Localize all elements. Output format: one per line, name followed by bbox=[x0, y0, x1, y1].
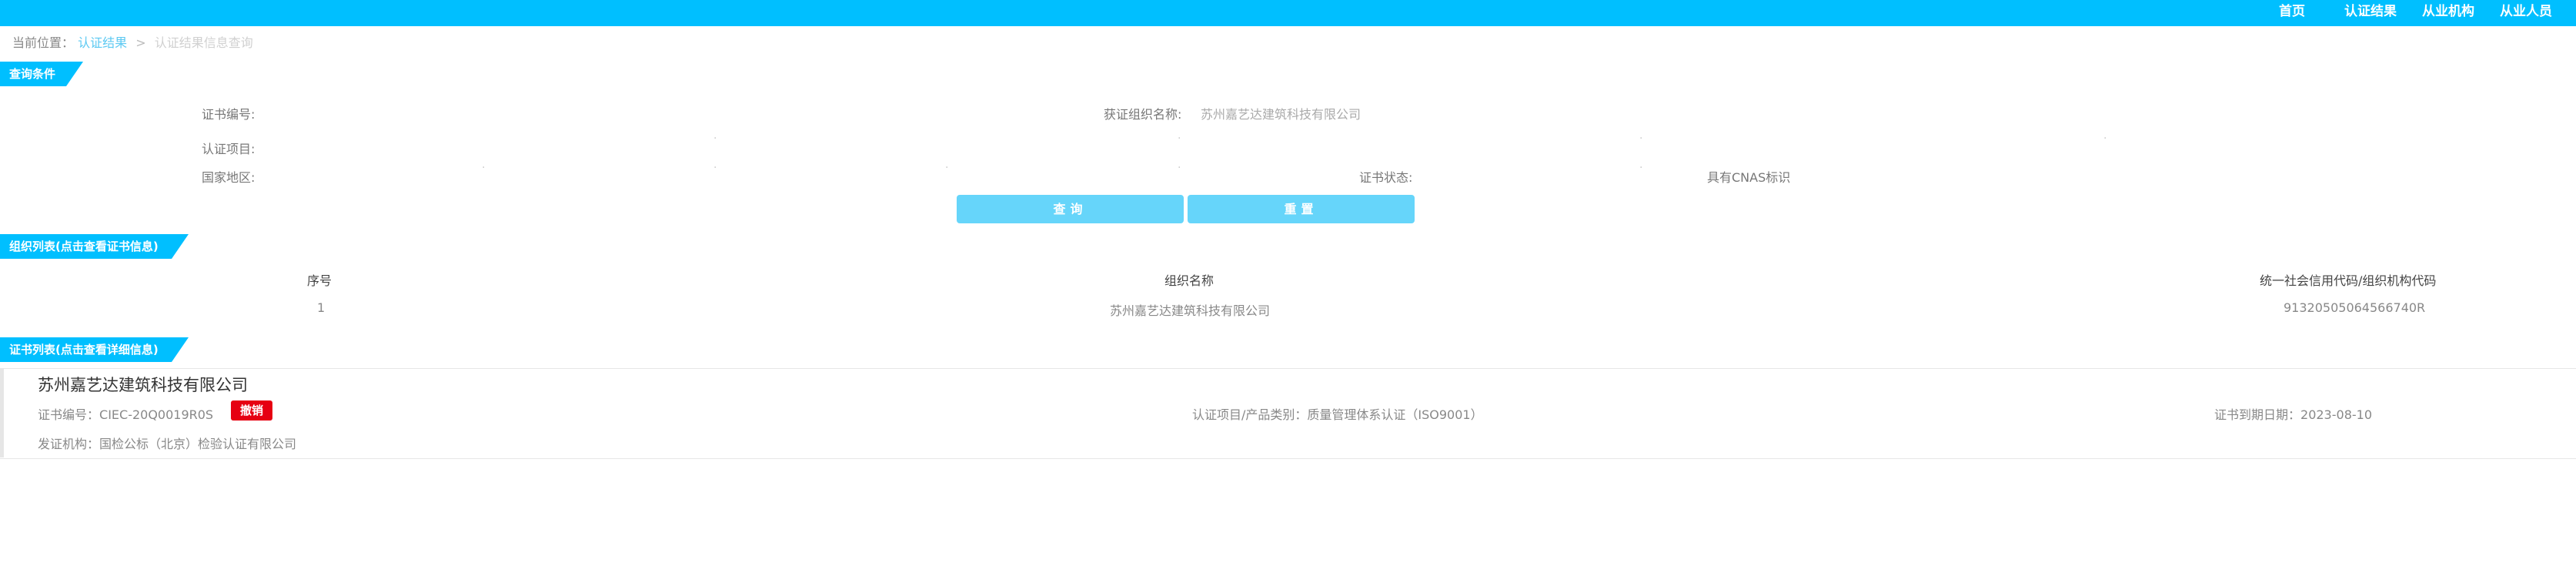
breadcrumb-prefix: 当前位置 bbox=[12, 35, 62, 50]
cert-project-value: 质量管理体系认证（ISO9001） bbox=[1307, 407, 1483, 422]
cert-no-label: 证书编号： bbox=[38, 407, 100, 422]
column-header-index: 序号 bbox=[307, 273, 332, 288]
divider-dot: · bbox=[713, 162, 717, 174]
region-label: 国家地区: bbox=[202, 170, 256, 185]
section-org-list-title: 组织列表(点击查看证书信息) bbox=[0, 234, 189, 259]
status-badge: 撤销 bbox=[231, 400, 272, 421]
nav-home[interactable]: 首页 bbox=[2279, 0, 2305, 23]
reset-button[interactable]: 重置 bbox=[1188, 195, 1415, 223]
breadcrumb: 当前位置： 认证结果 > 认证结果信息查询 bbox=[12, 32, 253, 51]
column-header-org-name: 组织名称 bbox=[1164, 273, 1214, 288]
search-button[interactable]: 查询 bbox=[957, 195, 1184, 223]
breadcrumb-colon: ： bbox=[62, 35, 75, 50]
nav-institutions[interactable]: 从业机构 bbox=[2422, 0, 2474, 23]
divider-dot: · bbox=[1178, 132, 1181, 145]
cert-issuer-value: 国检公标（北京）检验认证有限公司 bbox=[99, 437, 297, 451]
cert-project-label: 认证项目/产品类别： bbox=[1192, 407, 1308, 422]
top-navigation-bar bbox=[0, 0, 2576, 26]
cert-no-field: 证书编号：CIEC-20Q0019R0S bbox=[38, 404, 213, 423]
org-name-label: 获证组织名称: bbox=[1104, 107, 1182, 122]
cert-no-label: 证书编号: bbox=[202, 107, 256, 122]
cert-no-value: CIEC-20Q0019R0S bbox=[99, 407, 214, 422]
section-query-title: 查询条件 bbox=[0, 62, 83, 86]
divider-dot: · bbox=[1639, 162, 1643, 174]
column-header-credit-code: 统一社会信用代码/组织机构代码 bbox=[2260, 273, 2437, 288]
cert-org-name[interactable]: 苏州嘉艺达建筑科技有限公司 bbox=[38, 373, 248, 396]
cert-issuer-field: 发证机构：国检公标（北京）检验认证有限公司 bbox=[38, 434, 296, 452]
breadcrumb-separator: > bbox=[135, 35, 146, 50]
divider-dot: · bbox=[713, 132, 717, 145]
divider-dot: · bbox=[1639, 132, 1643, 145]
cert-expiry-label: 证书到期日期： bbox=[2214, 407, 2301, 422]
section-cert-list-title: 证书列表(点击查看详细信息) bbox=[0, 337, 189, 362]
cert-issuer-label: 发证机构： bbox=[38, 437, 100, 451]
divider-dot: · bbox=[2103, 132, 2107, 145]
nav-cert-results[interactable]: 认证结果 bbox=[2344, 0, 2397, 23]
cert-item-left-bar bbox=[0, 368, 4, 457]
breadcrumb-current: 认证结果信息查询 bbox=[154, 35, 253, 50]
cert-status-label: 证书状态: bbox=[1359, 170, 1413, 185]
nav-practitioners[interactable]: 从业人员 bbox=[2500, 0, 2552, 23]
divider-dot: · bbox=[482, 162, 486, 174]
divider-dot: · bbox=[1178, 162, 1181, 174]
table-cell-org-name[interactable]: 苏州嘉艺达建筑科技有限公司 bbox=[1110, 300, 1270, 319]
table-cell-credit-code[interactable]: 91320505064566740R bbox=[2284, 300, 2425, 315]
table-cell-index[interactable]: 1 bbox=[317, 300, 325, 315]
cnas-checkbox-label[interactable]: 具有CNAS标识 bbox=[1707, 167, 1790, 186]
breadcrumb-link-cert-results[interactable]: 认证结果 bbox=[78, 35, 127, 50]
cert-item-label: 认证项目: bbox=[202, 142, 256, 156]
divider-dot: · bbox=[945, 162, 949, 174]
cert-expiry-field: 证书到期日期：2023-08-10 bbox=[2214, 404, 2372, 423]
org-name-input[interactable]: 苏州嘉艺达建筑科技有限公司 bbox=[1201, 104, 1361, 122]
cert-project-field: 认证项目/产品类别：质量管理体系认证（ISO9001） bbox=[1192, 404, 1483, 423]
cert-expiry-value: 2023-08-10 bbox=[2300, 407, 2372, 422]
